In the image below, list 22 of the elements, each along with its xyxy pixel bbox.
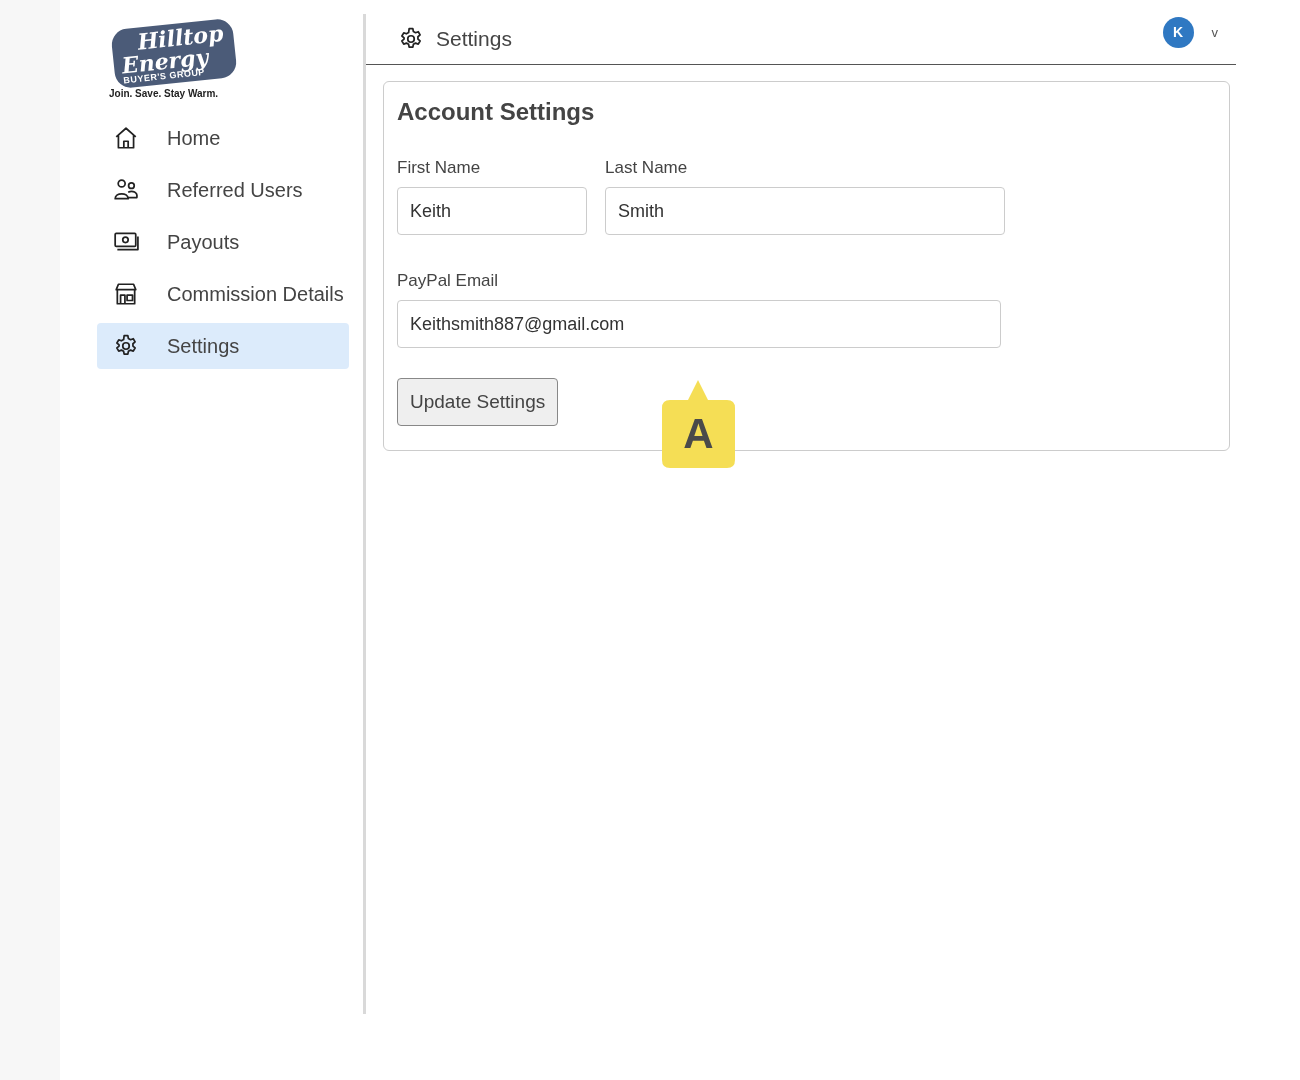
input-field[interactable]: Keith	[397, 187, 587, 235]
sidebar-item[interactable]: Payouts	[97, 219, 349, 265]
field-label: PayPal Email	[397, 271, 500, 291]
user-menu-toggle[interactable]: v	[1205, 24, 1224, 40]
users-icon	[113, 177, 139, 203]
sidebar-item[interactable]: Referred Users	[97, 167, 349, 213]
card-title: Account Settings	[397, 98, 596, 126]
input-field[interactable]: Smith	[605, 187, 1005, 235]
user-avatar[interactable]: K	[1162, 16, 1194, 48]
sidebar-item[interactable]: Commission Details	[97, 271, 349, 317]
logo: Hilltop Energy BUYER'S GROUP	[110, 17, 238, 90]
callout-marker: A	[662, 378, 735, 468]
home-icon	[113, 125, 139, 151]
update-settings-button[interactable]: Update Settings	[397, 378, 559, 426]
input-field[interactable]: Keithsmith887@gmail.com	[397, 300, 1001, 348]
sidebar-item[interactable]: Home	[97, 115, 349, 161]
page-title: Settings	[436, 27, 512, 51]
storefront-icon	[113, 281, 139, 307]
field-label: Last Name	[605, 158, 689, 178]
logo-tagline: Join. Save. Stay Warm.	[109, 88, 219, 99]
field-label: First Name	[397, 158, 482, 178]
sidebar-item[interactable]: Settings	[97, 323, 349, 369]
